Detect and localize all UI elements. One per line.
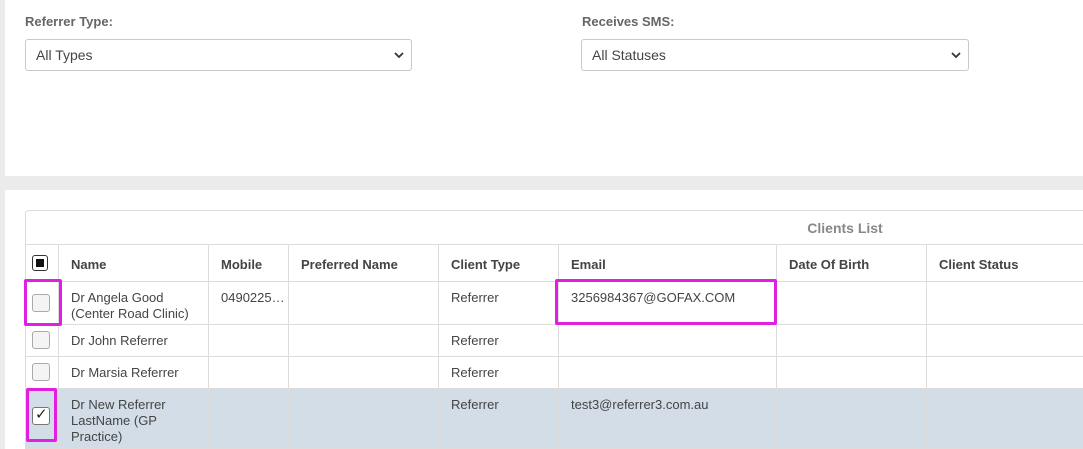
cell-date-of-birth [776,357,926,388]
table-caption: Clients List [807,220,883,236]
cell-date-of-birth [776,325,926,356]
select-all-checkbox[interactable] [32,255,48,271]
cell-preferred-name [288,282,438,324]
column-header-preferred-name[interactable]: Preferred Name [288,245,438,281]
column-header-client-type[interactable]: Client Type [438,245,558,281]
cell-email [558,325,776,356]
table-header-row: Name Mobile Preferred Name Client Type E… [26,244,1083,281]
select-all-cell [26,245,58,281]
cell-mobile: 0490225… [208,282,288,324]
table-row[interactable]: Dr John Referrer Referrer [26,324,1083,356]
filter-panel: Referrer Type: All Types Receives SMS: A… [5,0,1083,176]
chevron-down-icon [951,52,961,59]
table-row[interactable]: Dr Angela Good (Center Road Clinic) 0490… [26,281,1083,324]
receives-sms-select[interactable]: All Statuses [581,39,969,71]
cell-name: Dr New Referrer LastName (GP Practice) [58,389,208,448]
table-row-selected[interactable]: ✓ Dr New Referrer LastName (GP Practice)… [26,388,1083,448]
cell-email [558,357,776,388]
row-select-cell [26,282,58,324]
checkmark-icon: ✓ [35,406,48,423]
row-checkbox[interactable] [32,331,50,349]
cell-client-type: Referrer [438,282,558,324]
cell-email: test3@referrer3.com.au [558,389,776,448]
row-select-cell [26,325,58,356]
referrer-type-select[interactable]: All Types [25,39,412,71]
receives-sms-value: All Statuses [592,47,666,63]
cell-client-type: Referrer [438,325,558,356]
cell-client-status [926,389,1083,448]
cell-preferred-name [288,389,438,448]
cell-preferred-name [288,357,438,388]
column-header-name[interactable]: Name [58,245,208,281]
column-header-date-of-birth[interactable]: Date Of Birth [776,245,926,281]
row-select-cell: ✓ [26,389,58,448]
cell-preferred-name [288,325,438,356]
row-checkbox[interactable] [32,294,50,312]
column-header-email[interactable]: Email [558,245,776,281]
cell-email: 3256984367@GOFAX.COM [558,282,776,324]
cell-client-type: Referrer [438,389,558,448]
cell-client-type: Referrer [438,357,558,388]
cell-mobile [208,389,288,448]
chevron-down-icon [394,52,404,59]
cell-name: Dr Angela Good (Center Road Clinic) [58,282,208,324]
referrer-type-value: All Types [36,47,93,63]
row-checkbox[interactable] [32,363,50,381]
cell-mobile [208,325,288,356]
cell-client-status [926,325,1083,356]
row-select-cell [26,357,58,388]
cell-name: Dr John Referrer [58,325,208,356]
column-header-mobile[interactable]: Mobile [208,245,288,281]
receives-sms-label: Receives SMS: [582,14,675,29]
cell-date-of-birth [776,389,926,448]
cell-name: Dr Marsia Referrer [58,357,208,388]
cell-client-status [926,282,1083,324]
clients-table-panel: Clients List Name Mobile Preferred Name … [5,190,1083,449]
column-header-client-status[interactable]: Client Status [926,245,1083,281]
cell-mobile [208,357,288,388]
table-row[interactable]: Dr Marsia Referrer Referrer [26,356,1083,388]
cell-date-of-birth [776,282,926,324]
row-checkbox-checked[interactable]: ✓ [32,407,50,425]
clients-table: Clients List Name Mobile Preferred Name … [25,210,1083,449]
referrer-type-label: Referrer Type: [25,14,113,29]
cell-client-status [926,357,1083,388]
